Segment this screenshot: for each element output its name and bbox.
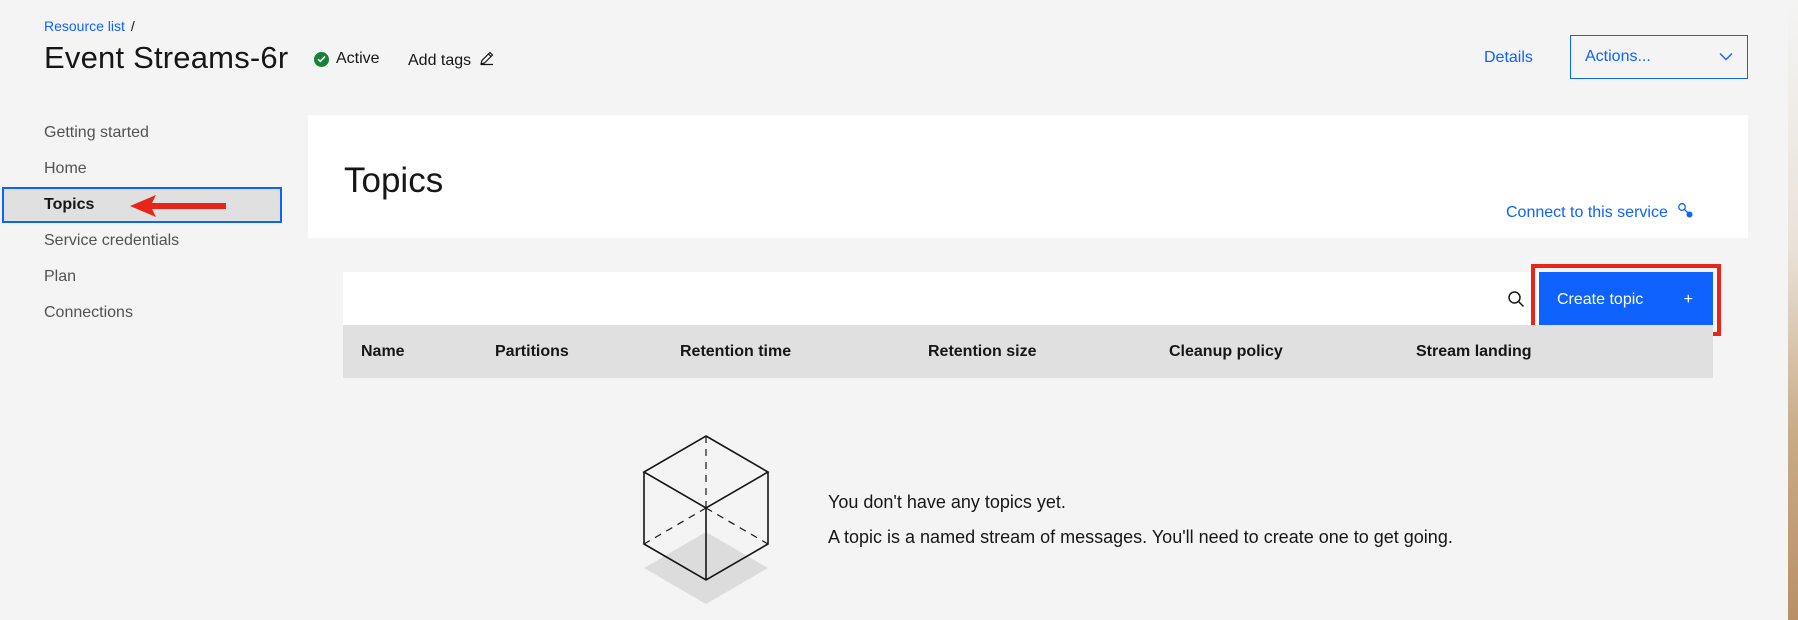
chevron-down-icon: [1719, 48, 1733, 66]
connect-to-service-link[interactable]: Connect to this service: [1506, 201, 1694, 224]
table-toolbar: [343, 272, 1713, 325]
topics-table-header: Name Partitions Retention time Retention…: [343, 325, 1713, 378]
actions-dropdown[interactable]: Actions...: [1570, 35, 1748, 79]
column-header-cleanup-policy[interactable]: Cleanup policy: [1169, 343, 1283, 361]
page-title: Event Streams-6r: [44, 40, 289, 75]
sidebar-item-service-credentials[interactable]: Service credentials: [0, 223, 282, 259]
sidebar-item-getting-started[interactable]: Getting started: [0, 115, 282, 151]
column-header-name[interactable]: Name: [361, 343, 405, 361]
breadcrumb-separator: /: [130, 18, 135, 34]
sidebar-item-plan[interactable]: Plan: [0, 259, 282, 295]
create-topic-label: Create topic: [1557, 291, 1644, 308]
empty-state-title: You don't have any topics yet.: [828, 492, 1066, 512]
empty-state-description: A topic is a named stream of messages. Y…: [828, 527, 1453, 547]
plus-icon: +: [1683, 291, 1693, 308]
column-header-retention-size[interactable]: Retention size: [928, 343, 1036, 361]
topics-header-card: Topics Connect to this service: [308, 115, 1748, 238]
check-icon: [314, 51, 329, 67]
topics-title: Topics: [344, 161, 444, 200]
cube-illustration-icon: [640, 432, 772, 609]
column-header-stream-landing[interactable]: Stream landing: [1416, 343, 1532, 361]
column-header-retention-time[interactable]: Retention time: [680, 343, 791, 361]
add-tags-button[interactable]: Add tags: [408, 50, 495, 71]
status-badge: Active: [314, 50, 380, 68]
sidebar-item-home[interactable]: Home: [0, 151, 282, 187]
column-header-partitions[interactable]: Partitions: [495, 343, 569, 361]
connect-link-label: Connect to this service: [1506, 203, 1668, 221]
details-link[interactable]: Details: [1484, 49, 1533, 67]
search-icon[interactable]: [1503, 286, 1529, 312]
edit-icon: [479, 50, 495, 71]
desktop-background-edge: [1788, 0, 1798, 620]
status-label: Active: [336, 50, 380, 67]
sidebar-item-connections[interactable]: Connections: [0, 295, 282, 331]
breadcrumb: Resource list /: [44, 18, 135, 34]
connect-icon: [1676, 201, 1694, 224]
create-topic-button[interactable]: Create topic +: [1539, 272, 1713, 328]
add-tags-label: Add tags: [408, 51, 472, 69]
annotation-arrow-icon: [130, 193, 230, 224]
breadcrumb-resource-list-link[interactable]: Resource list: [44, 18, 125, 34]
actions-dropdown-label: Actions...: [1585, 48, 1651, 65]
